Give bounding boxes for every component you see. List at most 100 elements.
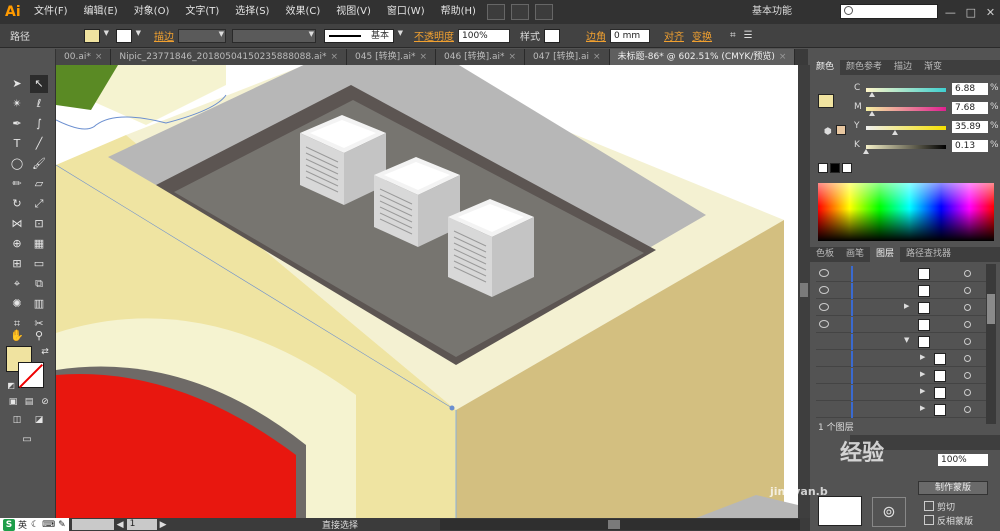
close-icon[interactable]: × (91, 52, 103, 62)
close-icon[interactable]: × (416, 52, 428, 62)
tab-document[interactable]: 047 [转换].ai × (525, 49, 610, 65)
magic-wand-tool-icon[interactable]: ✴ (8, 95, 26, 113)
eye-icon[interactable] (819, 286, 829, 294)
bridge-button[interactable] (486, 4, 505, 20)
target-icon[interactable] (964, 406, 971, 413)
slider-knob[interactable] (891, 130, 898, 135)
menu-type[interactable]: 文字(T) (177, 0, 227, 24)
scale-tool-icon[interactable]: ⤢ (30, 195, 48, 213)
direct-selection-tool-icon[interactable]: ↖ (30, 75, 48, 93)
paintbrush-tool-icon[interactable]: 🖌 (30, 155, 48, 173)
corner-label[interactable]: 边角 (582, 28, 610, 43)
target-icon[interactable] (964, 287, 971, 294)
minimize-button[interactable]: — (945, 6, 956, 19)
target-icon[interactable] (964, 338, 971, 345)
graphic-style-swatch[interactable] (544, 28, 560, 43)
variable-width-dropdown[interactable]: ▼ (232, 28, 316, 43)
mesh-tool-icon[interactable]: ⊞ (8, 255, 26, 273)
eyedropper-tool-icon[interactable]: ⌖ (8, 275, 26, 293)
screen-mode-icon[interactable]: ▭ (18, 431, 36, 449)
cyan-input[interactable]: 6.88 (952, 83, 988, 95)
close-icon[interactable]: × (775, 52, 787, 62)
slider-track[interactable] (866, 145, 946, 149)
draw-behind-icon[interactable]: ◪ (30, 411, 48, 429)
artboard-canvas[interactable] (56, 65, 798, 518)
scroll-thumb[interactable] (800, 283, 808, 297)
slider-knob[interactable] (868, 92, 875, 97)
shape-builder-tool-icon[interactable]: ⊕ (8, 235, 26, 253)
eye-icon[interactable] (819, 320, 829, 328)
swap-colors-icon[interactable]: ⇄ (36, 343, 54, 361)
brush-style-box[interactable]: 基本 (324, 28, 394, 43)
workspace-switcher[interactable]: 基本功能 (752, 0, 792, 24)
curvature-tool-icon[interactable]: ∫ (30, 115, 48, 133)
opacity-label[interactable]: 不透明度 (410, 28, 458, 43)
wrench-icon[interactable]: ✎ (55, 520, 66, 530)
tab-layers[interactable]: 图层 (870, 247, 901, 262)
last-color-swatch[interactable] (836, 125, 846, 135)
stroke-label[interactable]: 描边 (150, 28, 178, 43)
make-mask-button[interactable]: 制作蒙版 (918, 481, 988, 495)
tab-document[interactable]: 00.ai* × (56, 49, 112, 65)
perspective-grid-tool-icon[interactable]: ▦ (30, 235, 48, 253)
type-tool-icon[interactable]: T (8, 135, 26, 153)
tab-stroke[interactable]: 描边 (888, 60, 918, 75)
stroke-weight-dropdown[interactable]: ▼ (178, 28, 226, 43)
isolate-icon[interactable]: ⌗ (726, 30, 740, 41)
expand-icon[interactable]: ▶ (920, 353, 925, 361)
tab-color[interactable]: 颜色 (810, 60, 841, 75)
none-mode-icon[interactable]: ⊘ (36, 393, 54, 411)
pencil-tool-icon[interactable]: ✏ (8, 175, 26, 193)
expand-icon[interactable]: ▶ (920, 387, 925, 395)
menu-object[interactable]: 对象(O) (126, 0, 178, 24)
blend-tool-icon[interactable]: ⧉ (30, 275, 48, 293)
brush-dropdown[interactable]: ▼ (394, 29, 404, 43)
menu-help[interactable]: 帮助(H) (433, 0, 484, 24)
magenta-slider[interactable]: M 7.68 % (854, 102, 1000, 116)
collapse-icon[interactable]: ▼ (904, 336, 909, 344)
expand-icon[interactable]: ▶ (904, 302, 909, 310)
scroll-thumb[interactable] (608, 520, 620, 529)
layer-row[interactable] (816, 317, 994, 333)
fill-dropdown[interactable]: ▼ (100, 29, 110, 43)
target-icon[interactable] (964, 304, 971, 311)
target-icon[interactable] (964, 321, 971, 328)
horizontal-scrollbar[interactable] (440, 519, 800, 530)
draw-normal-icon[interactable]: ◫ (8, 411, 26, 429)
maximize-button[interactable]: □ (966, 6, 976, 19)
tab-document-active[interactable]: 未标题-86* @ 602.51% (CMYK/预览) × (609, 49, 796, 65)
align-label[interactable]: 对齐 (660, 28, 688, 43)
tab-transparency[interactable] (810, 435, 850, 450)
tab-color-guide[interactable]: 颜色参考 (840, 60, 888, 75)
lasso-tool-icon[interactable]: ℓ (30, 95, 48, 113)
selection-tool-icon[interactable]: ➤ (8, 75, 26, 93)
vertical-scrollbar[interactable] (798, 65, 810, 518)
yellow-input[interactable]: 35.89 (952, 121, 988, 133)
arrange-documents-button[interactable] (510, 4, 529, 20)
ime-toolbar[interactable]: S 英 ☾ ⌨ ✎ (0, 518, 69, 531)
page-field[interactable]: 1 (126, 519, 157, 530)
layer-row[interactable]: ▶ (816, 351, 994, 367)
target-icon[interactable] (964, 355, 971, 362)
layer-row[interactable] (816, 283, 994, 299)
eye-icon[interactable] (819, 303, 829, 311)
layer-row[interactable]: ▶ (816, 402, 994, 418)
zoom-field[interactable] (71, 519, 114, 530)
black-slider[interactable]: K 0.13 % (854, 140, 1000, 154)
none-swatch[interactable] (818, 163, 828, 173)
line-tool-icon[interactable]: ╱ (30, 135, 48, 153)
keyboard-icon[interactable]: ⌨ (39, 520, 55, 530)
close-button[interactable]: ✕ (986, 6, 995, 19)
menu-window[interactable]: 窗口(W) (379, 0, 433, 24)
next-page-icon[interactable]: ▶ (160, 520, 167, 530)
slider-track[interactable] (866, 126, 946, 130)
tab-document[interactable]: Nipic_23771846_20180504150235888088.ai* × (111, 49, 348, 65)
slider-track[interactable] (866, 107, 946, 111)
tab-gradient[interactable]: 渐变 (918, 60, 948, 75)
rotate-tool-icon[interactable]: ↻ (8, 195, 26, 213)
slider-knob[interactable] (869, 111, 876, 116)
magenta-input[interactable]: 7.68 (952, 102, 988, 114)
layer-row[interactable]: ▶ (816, 300, 994, 316)
tab-brushes[interactable]: 画笔 (840, 247, 870, 262)
close-icon[interactable]: × (589, 52, 601, 62)
